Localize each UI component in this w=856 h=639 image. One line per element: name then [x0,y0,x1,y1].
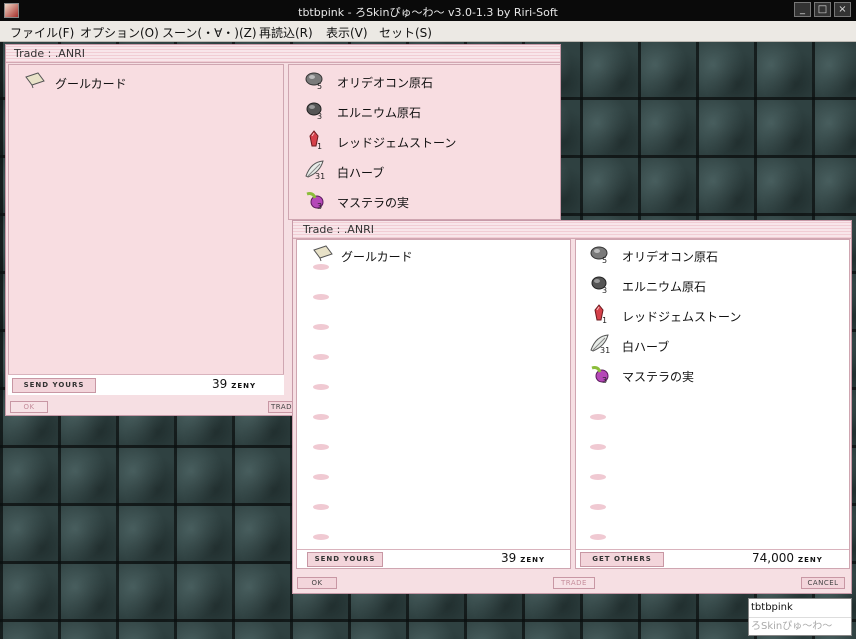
your-zeny: 39 ZENY [501,551,545,565]
cancel-button[interactable]: CANCEL [801,577,845,589]
empty-slot [313,534,329,540]
trade-window-header[interactable]: Trade : .ANRI [6,45,560,63]
send-yours-tab[interactable]: SEND YOURS [12,378,96,393]
empty-slot [313,474,329,480]
empty-slot [313,264,329,270]
item-qty: 3 [602,286,608,295]
zeny-value: 74,000 [752,551,794,565]
tooltip-line-1: tbtbpink [751,602,793,613]
yours-footer: SEND YOURS 39 ZENY [8,374,284,395]
item-name: マステラの実 [622,370,695,384]
item-name: グールカード [341,250,413,264]
window-title: tbtbpink - ろSkinぴゅ〜わ〜 v3.0-1.3 by Riri-S… [298,6,558,19]
trade-window-header[interactable]: Trade : .ANRI [293,221,851,239]
item-qty: 5 [602,256,608,265]
item-name: オリデオコン原石 [622,250,719,264]
zeny-value: 39 [212,377,228,391]
trade-window-title: Trade : .ANRI [303,223,374,236]
item-name: 白ハーブ [337,166,385,180]
trade-button[interactable]: TRADE [553,577,595,589]
item-name: 白ハーブ [622,340,670,354]
item-qty: 3 [317,202,323,211]
empty-slot [313,294,329,300]
item-qty: 5 [317,82,323,91]
item-name: マステラの実 [337,196,410,210]
get-others-tab[interactable]: GET OTHERS [580,552,664,567]
yours-pane: グールカード SEND YOURS 39 ZENY [296,239,571,569]
ore-icon [306,102,322,116]
empty-slot [590,504,606,510]
tooltip-line-2: ろSkinぴゅ〜わ〜 [749,617,851,636]
fruit-icon [306,192,324,209]
item-qty: 1 [602,316,608,325]
item-name: レッドジェムストーン [622,310,742,324]
menu-soon[interactable]: スーン(・∀・)(Z) [162,24,257,41]
empty-slot [313,384,329,390]
skin-tooltip: tbtbpink ろSkinぴゅ〜わ〜 [748,598,852,636]
ore-icon [591,276,607,290]
item-name: エルニウム原石 [337,106,422,120]
empty-slot [313,324,329,330]
item-qty: 1 [317,142,323,151]
close-button[interactable]: × [834,2,851,17]
ore-icon [305,72,323,86]
zeny-unit: ZENY [520,556,546,564]
empty-slot [590,534,606,540]
zeny-unit: ZENY [798,556,823,564]
title-bar: tbtbpink - ろSkinぴゅ〜わ〜 v3.0-1.3 by Riri-S… [0,0,856,21]
empty-slot [313,504,329,510]
menu-file[interactable]: ファイル(F) [10,24,74,41]
menu-view[interactable]: 表示(V) [326,24,368,41]
ok-button[interactable]: OK [297,577,337,589]
your-zeny: 39 ZENY [212,377,256,391]
others-pane: 5 オリデオコン原石 3 エルニウム原石 1 レッドジェムストーン 31 白ハー… [575,239,850,569]
item-qty: 3 [317,112,323,121]
ore-icon [590,246,608,260]
empty-slot [590,474,606,480]
trade-window-front: Trade : .ANRI グールカード SEND YOURS 39 ZENY 5… [292,220,852,594]
yours-pane: グールカード [8,64,284,394]
send-yours-tab[interactable]: SEND YOURS [307,552,383,567]
menu-set[interactable]: セット(S) [379,24,432,41]
empty-slot [313,414,329,420]
empty-slot [590,444,606,450]
other-zeny: 74,000 ZENY [752,551,823,565]
menu-bar: ファイル(F) オプション(O) スーン(・∀・)(Z) 再読込(R) 表示(V… [0,21,856,42]
empty-slot [590,414,606,420]
card-icon [313,245,333,262]
ok-button[interactable]: OK [10,401,48,413]
others-pane: 5 オリデオコン原石 3 エルニウム原石 1 レッドジェムストーン 31 白ハー… [288,64,560,220]
item-qty: 31 [600,346,611,355]
trade-window-title: Trade : .ANRI [14,47,85,60]
zeny-unit: ZENY [231,382,257,390]
card-icon [25,72,45,89]
trade-button[interactable]: TRAD [268,401,294,413]
item-name: グールカード [55,77,127,91]
item-name: エルニウム原石 [622,280,707,294]
gem-icon [309,130,319,147]
fruit-icon [591,366,609,383]
empty-slot [313,444,329,450]
item-qty: 31 [315,172,326,181]
menu-reload[interactable]: 再読込(R) [259,24,313,41]
zeny-value: 39 [501,551,517,565]
others-footer: GET OTHERS 74,000 ZENY [576,549,849,568]
yours-footer: SEND YOURS 39 ZENY [297,549,570,568]
menu-options[interactable]: オプション(O) [80,24,159,41]
item-name: レッドジェムストーン [337,136,457,150]
gem-icon [594,304,604,321]
item-qty: 3 [602,376,608,385]
item-name: オリデオコン原石 [337,76,434,90]
maximize-button[interactable]: □ [814,2,831,17]
minimize-button[interactable]: _ [794,2,811,17]
empty-slot [313,354,329,360]
